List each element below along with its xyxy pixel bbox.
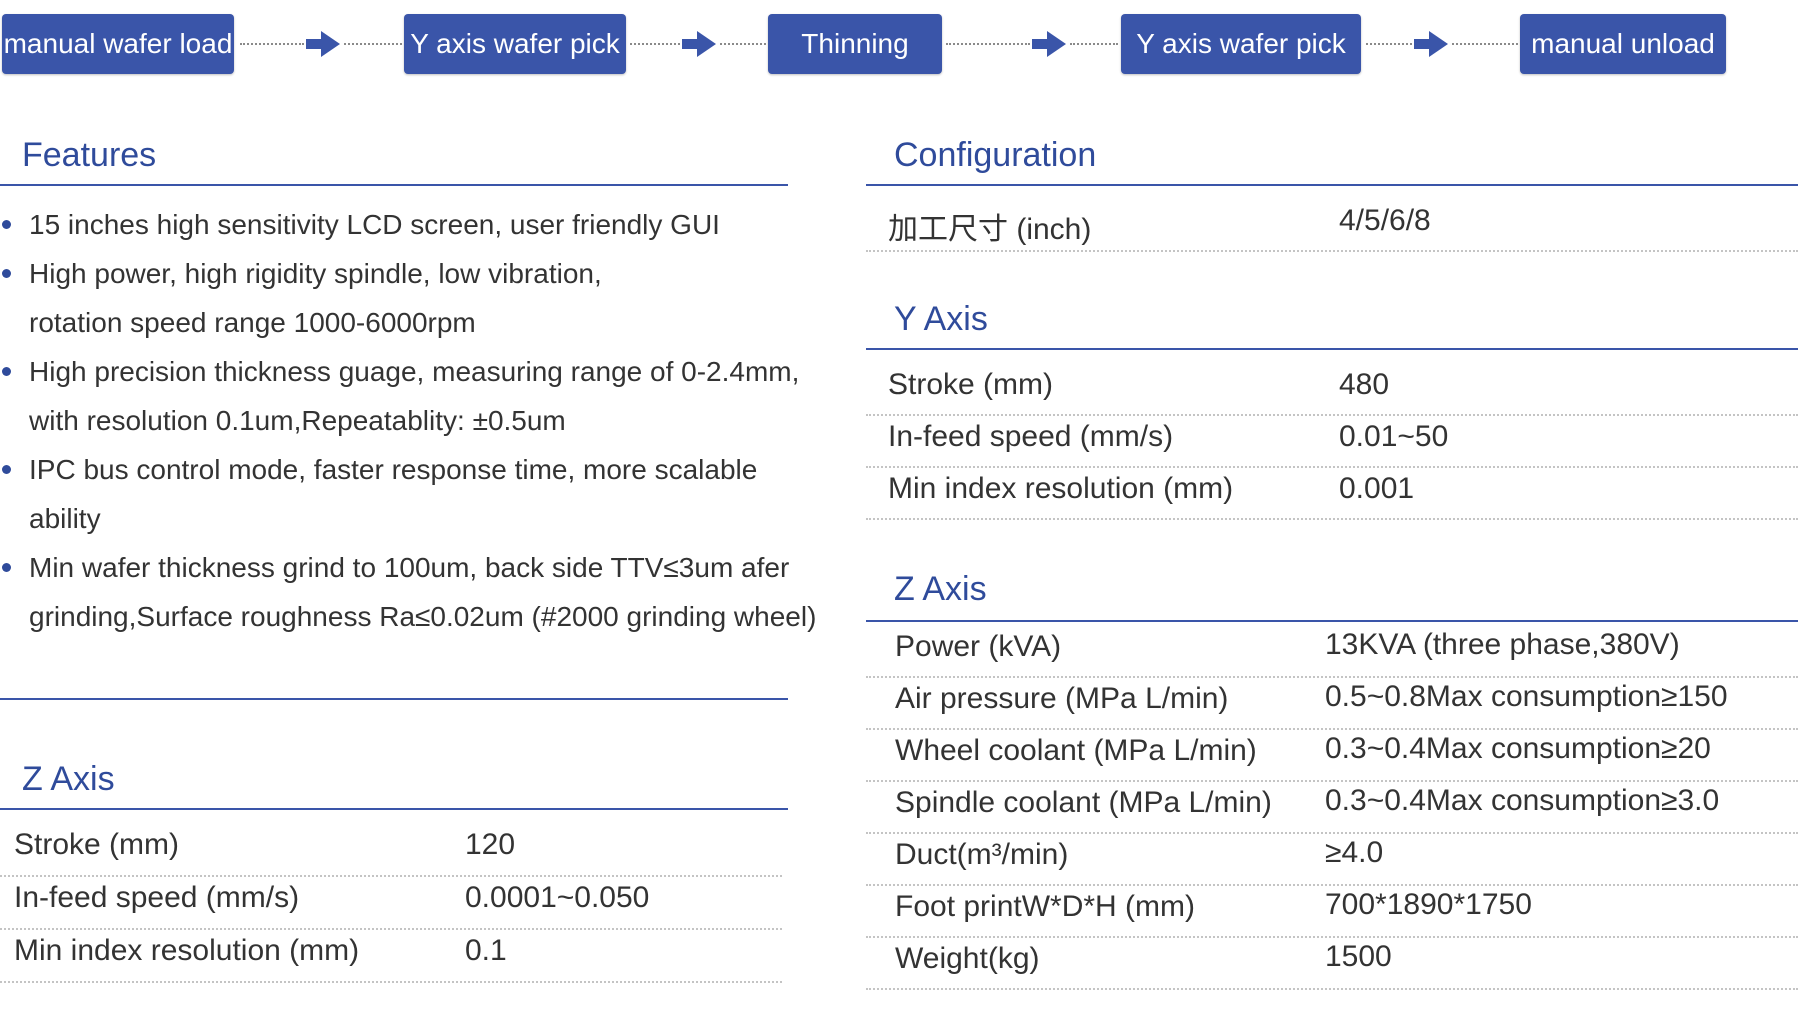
feature-item: High precision thickness guage, measurin… <box>0 347 809 445</box>
spec-label: Spindle coolant (MPa L/min) <box>895 786 1272 819</box>
spec-label: Foot printW*D*H (mm) <box>895 890 1196 923</box>
bullet-icon <box>2 563 11 572</box>
spec-value: 480 <box>1339 368 1390 401</box>
feature-item: High power, high rigidity spindle, low v… <box>0 249 649 347</box>
spec-label: Power (kVA) <box>895 630 1062 663</box>
feature-text: IPC bus control mode, faster response ti… <box>29 454 758 534</box>
features-rule <box>0 184 788 186</box>
spec-value: 0.01~50 <box>1339 420 1449 453</box>
features-list: 15 inches high sensitivity LCD screen, u… <box>0 200 820 641</box>
feature-item: IPC bus control mode, faster response ti… <box>0 445 769 543</box>
left-z-axis-table: Stroke (mm) 120 In-feed speed (mm/s) 0.0… <box>0 824 782 983</box>
spec-label: Stroke (mm) <box>14 828 179 861</box>
table-row: Weight(kg) 1500 <box>866 938 1798 990</box>
spec-label: Duct(m³/min) <box>895 838 1069 871</box>
spec-label: In-feed speed (mm/s) <box>888 420 1174 453</box>
spec-value: 4/5/6/8 <box>1339 204 1431 237</box>
right-arrow-icon <box>682 30 716 58</box>
spec-label: 加工尺寸 (inch) <box>888 213 1092 246</box>
spec-label: Min index resolution (mm) <box>888 472 1234 505</box>
features-bottom-rule <box>0 698 788 700</box>
table-row: Min index resolution (mm) 0.1 <box>0 930 782 983</box>
left-z-axis-rule <box>0 808 788 810</box>
right-arrow-icon <box>1414 30 1448 58</box>
table-row: Power (kVA) 13KVA (three phase,380V) <box>866 626 1798 678</box>
spec-value: 0.3~0.4Max consumption≥3.0 <box>1325 784 1720 817</box>
feature-text: High precision thickness guage, measurin… <box>29 356 800 436</box>
process-flow: manual wafer load Y axis wafer pick Thin… <box>0 0 1798 90</box>
flow-connector <box>720 43 766 45</box>
bullet-icon <box>2 269 11 278</box>
spec-value: 120 <box>465 828 516 861</box>
feature-item: 15 inches high sensitivity LCD screen, u… <box>0 200 769 249</box>
flow-connector <box>240 43 304 45</box>
configuration-rule <box>866 184 1798 186</box>
flow-connector <box>344 43 402 45</box>
spec-value: 700*1890*1750 <box>1325 888 1532 921</box>
table-row: In-feed speed (mm/s) 0.0001~0.050 <box>0 877 782 930</box>
y-axis-rule <box>866 348 1798 350</box>
flow-step-thinning: Thinning <box>768 14 942 74</box>
flow-step-manual-unload: manual unload <box>1520 14 1726 74</box>
feature-text: 15 inches high sensitivity LCD screen, u… <box>29 209 720 240</box>
table-row: Min index resolution (mm) 0.001 <box>866 468 1798 520</box>
table-row: 加工尺寸 (inch) 4/5/6/8 <box>866 200 1798 252</box>
spec-value: 0.5~0.8Max consumption≥150 <box>1325 680 1728 713</box>
right-arrow-icon <box>1032 30 1066 58</box>
flow-connector <box>946 43 1030 45</box>
spec-label: In-feed speed (mm/s) <box>14 881 300 914</box>
table-row: Stroke (mm) 480 <box>866 364 1798 416</box>
feature-text: Min wafer thickness grind to 100um, back… <box>29 552 817 632</box>
spec-value: 0.3~0.4Max consumption≥20 <box>1325 732 1711 765</box>
spec-value: 0.1 <box>465 934 507 967</box>
table-row: Stroke (mm) 120 <box>0 824 782 877</box>
table-row: Air pressure (MPa L/min) 0.5~0.8Max cons… <box>866 678 1798 730</box>
spec-value: 13KVA (three phase,380V) <box>1325 628 1680 661</box>
y-axis-title: Y Axis <box>894 300 988 338</box>
bullet-icon <box>2 367 11 376</box>
right-z-axis-rule <box>866 620 1798 622</box>
y-axis-table: Stroke (mm) 480 In-feed speed (mm/s) 0.0… <box>866 364 1798 520</box>
flow-step-y-axis-wafer-pick: Y axis wafer pick <box>404 14 626 74</box>
spec-value: 0.0001~0.050 <box>465 881 650 914</box>
table-row: Spindle coolant (MPa L/min) 0.3~0.4Max c… <box>866 782 1798 834</box>
spec-label: Air pressure (MPa L/min) <box>895 682 1229 715</box>
bullet-icon <box>2 465 11 474</box>
spec-label: Wheel coolant (MPa L/min) <box>895 734 1257 767</box>
flow-connector <box>1070 43 1118 45</box>
spec-value: 0.001 <box>1339 472 1415 505</box>
flow-step-manual-wafer-load: manual wafer load <box>2 14 234 74</box>
spec-value: 1500 <box>1325 940 1392 973</box>
table-row: Wheel coolant (MPa L/min) 0.3~0.4Max con… <box>866 730 1798 782</box>
flow-connector <box>630 43 680 45</box>
right-z-axis-table: Power (kVA) 13KVA (three phase,380V) Air… <box>866 626 1798 990</box>
spec-label: Min index resolution (mm) <box>14 934 360 967</box>
configuration-table: 加工尺寸 (inch) 4/5/6/8 <box>866 200 1798 252</box>
feature-text: High power, high rigidity spindle, low v… <box>29 258 602 338</box>
flow-step-y-axis-wafer-pick: Y axis wafer pick <box>1121 14 1361 74</box>
spec-value: ≥4.0 <box>1325 836 1384 869</box>
configuration-title: Configuration <box>894 136 1097 174</box>
table-row: Duct(m³/min) ≥4.0 <box>866 834 1798 886</box>
table-row: In-feed speed (mm/s) 0.01~50 <box>866 416 1798 468</box>
flow-connector <box>1452 43 1518 45</box>
feature-item: Min wafer thickness grind to 100um, back… <box>0 543 849 641</box>
left-z-axis-title: Z Axis <box>22 760 115 798</box>
right-arrow-icon <box>306 30 340 58</box>
right-z-axis-title: Z Axis <box>894 570 987 608</box>
spec-label: Weight(kg) <box>895 942 1040 975</box>
spec-label: Stroke (mm) <box>888 368 1053 401</box>
features-title: Features <box>22 136 157 174</box>
table-row: Foot printW*D*H (mm) 700*1890*1750 <box>866 886 1798 938</box>
flow-connector <box>1366 43 1412 45</box>
bullet-icon <box>2 220 11 229</box>
